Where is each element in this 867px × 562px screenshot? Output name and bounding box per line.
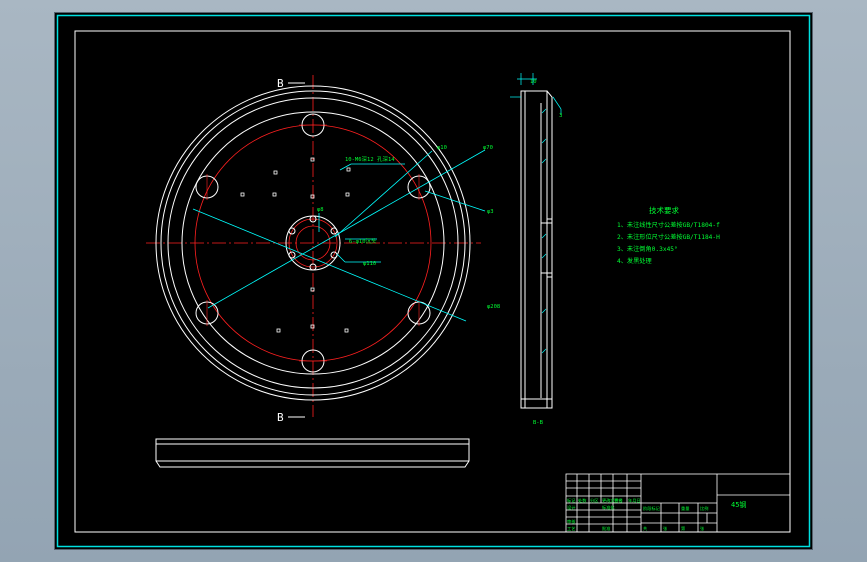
dim-label-d110: φ110	[363, 261, 376, 267]
tb-sheet-unit-2: 张	[700, 525, 705, 532]
tech-req-item-2: 2、未注形位尺寸公差按GB/T1184-H	[617, 233, 720, 241]
bottom-view	[155, 438, 470, 468]
section-dim-right: 3	[559, 113, 562, 119]
drawing-frame	[74, 30, 791, 533]
tapped-holes	[240, 157, 351, 333]
cad-viewport[interactable]: B B 10-M6深12 孔深14 φ10 φ70 φ8 φ3 6-φ10沉头 …	[55, 13, 812, 549]
tb-cell-standard: 标准化	[602, 504, 615, 511]
tb-cell-weight: 重量	[681, 505, 689, 512]
tb-sheet-unit: 张	[663, 525, 668, 532]
tech-req-item-3: 3、未注倒角0.3x45°	[617, 245, 678, 253]
section-dim-top: 10	[530, 79, 537, 85]
title-block	[565, 473, 791, 533]
tb-cell-stage: 阶段标记	[643, 505, 661, 512]
tb-cell-design: 设计	[567, 504, 575, 511]
cad-drawing: B B 10-M6深12 孔深14 φ10 φ70 φ8 φ3 6-φ10沉头 …	[56, 14, 811, 548]
tb-cell-count: 处数	[578, 497, 587, 504]
dim-label-d8: φ8	[317, 207, 324, 213]
tb-cell-zone: 分区	[590, 497, 598, 504]
tb-sheet-total: 共	[643, 525, 647, 532]
tb-cell-scale: 比例	[700, 505, 708, 512]
section-marker-top: B	[277, 77, 284, 90]
edge-view-body	[155, 438, 470, 468]
section-marker-bottom: B	[277, 411, 284, 424]
tech-req-item-4: 4、发黑处理	[617, 257, 652, 265]
dim-label-d208: φ208	[487, 304, 500, 310]
title-block-material: 45钢	[731, 500, 746, 509]
dim-label-d3: φ3	[487, 209, 494, 215]
dim-label-tapped-holes: 10-M6深12 孔深14	[345, 155, 395, 163]
dim-label-counterbore: 6-φ10沉头	[349, 237, 377, 245]
dim-label-d10: φ10	[437, 145, 447, 151]
tb-cell-sign: 签名	[614, 497, 622, 504]
front-view: B B 10-M6深12 孔深14 φ10 φ70 φ8 φ3 6-φ10沉头 …	[146, 75, 500, 424]
tb-cell-process: 工艺	[567, 526, 575, 531]
tech-req-item-1: 1、未注线性尺寸公差按GB/T1804-f	[617, 221, 720, 229]
technical-requirements: 技术要求 1、未注线性尺寸公差按GB/T1804-f 2、未注形位尺寸公差按GB…	[617, 205, 720, 265]
section-view-label: B-B	[533, 420, 544, 426]
tech-req-title: 技术要求	[649, 205, 679, 215]
tb-cell-review: 审核	[567, 518, 576, 525]
tb-cell-mark: 标记	[567, 497, 576, 504]
tb-sheet-no: 第	[681, 525, 685, 532]
tb-cell-date: 年月日	[628, 497, 641, 504]
dim-label-d70: φ70	[483, 145, 493, 151]
section-view	[510, 73, 562, 409]
tb-cell-approve: 批准	[602, 525, 610, 532]
